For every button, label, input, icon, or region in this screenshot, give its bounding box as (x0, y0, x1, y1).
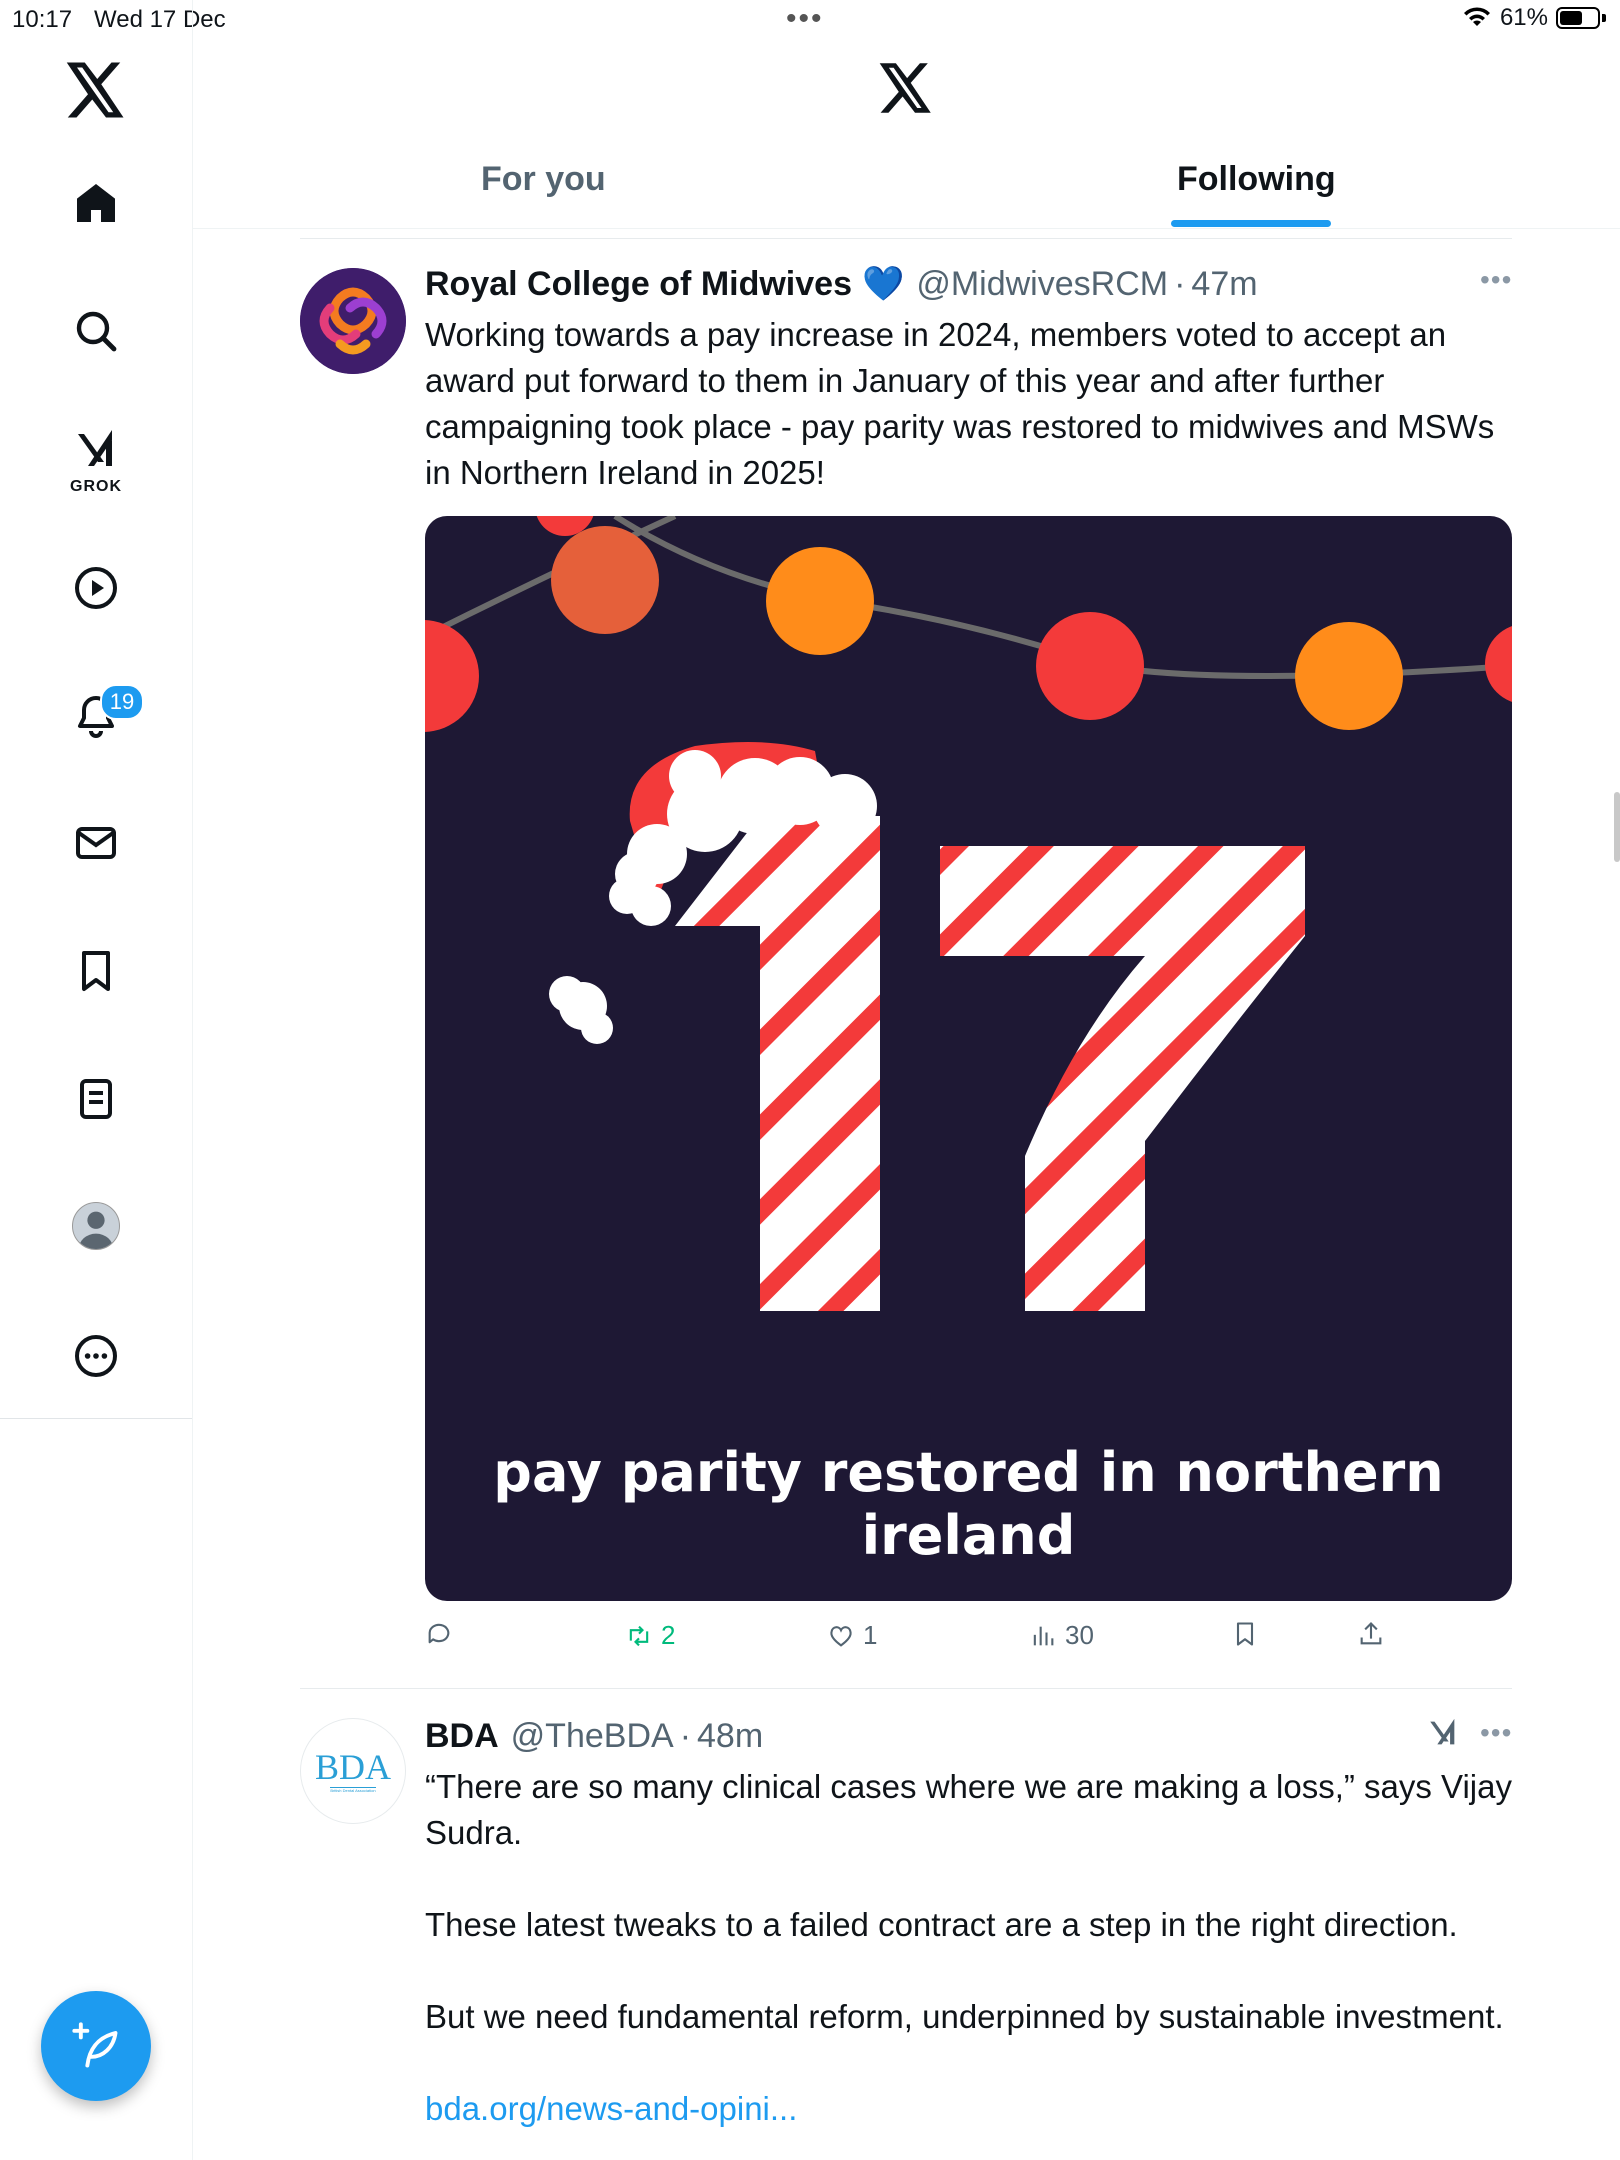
search-icon[interactable] (56, 291, 136, 371)
wifi-icon (1463, 7, 1490, 26)
views-icon (1033, 1626, 1054, 1645)
bda-logo-text: BDA (314, 1747, 391, 1787)
tweet-text: Working towards a pay increase in 2024, … (425, 316, 1495, 491)
advent-image (425, 516, 1512, 1311)
blue-heart-emoji: 💙 (861, 265, 905, 303)
grok-icon[interactable] (1426, 1716, 1460, 1750)
battery-icon (1556, 7, 1600, 29)
tweet-handle[interactable]: @TheBDA (511, 1717, 674, 1756)
tweet-paragraph: But we need fundamental reform, underpin… (425, 1998, 1504, 2035)
tweet-header: Royal College of Midwives 💙 @MidwivesRCM… (425, 264, 1258, 304)
tweet-header: BDA @TheBDA · 48m (425, 1717, 763, 1756)
views-count: 30 (1065, 1620, 1094, 1650)
mail-icon[interactable] (56, 803, 136, 883)
media-caption: pay parity restored in northern ireland (493, 1441, 1444, 1567)
sidebar: GROK 19 (0, 0, 193, 2160)
video-icon[interactable] (56, 548, 136, 628)
active-tab-indicator (1171, 220, 1331, 227)
tweet-divider (300, 1688, 1512, 1689)
tab-for-you[interactable]: For you (481, 160, 606, 199)
multitasking-dots-icon[interactable]: ••• (786, 2, 824, 36)
battery-tip (1602, 14, 1606, 22)
reply-icon (428, 1623, 450, 1644)
share-icon (1360, 1622, 1382, 1645)
separator-dot: · (1174, 264, 1186, 303)
sidebar-divider (0, 1418, 192, 1419)
tweet-author-name[interactable]: BDA (425, 1717, 499, 1756)
notification-badge: 19 (100, 684, 144, 720)
tweet-author-name[interactable]: Royal College of Midwives (425, 265, 852, 304)
views-button[interactable]: 30 (1029, 1620, 1094, 1651)
like-count: 1 (863, 1620, 878, 1650)
lists-icon[interactable] (56, 1059, 136, 1139)
status-right: 61% (1462, 4, 1606, 32)
retweet-button[interactable]: 2 (625, 1620, 675, 1651)
rcm-avatar[interactable] (300, 268, 406, 374)
tweet-divider (300, 238, 1512, 239)
retweet-count: 2 (661, 1620, 676, 1650)
tweet-paragraph: These latest tweaks to a failed contract… (425, 1906, 1458, 1943)
bookmark-icon (1236, 1622, 1254, 1646)
more-options-icon[interactable]: ••• (1480, 1717, 1512, 1749)
tab-following[interactable]: Following (1177, 160, 1336, 199)
bookmark-icon[interactable] (56, 931, 136, 1011)
share-button[interactable] (1357, 1620, 1385, 1648)
more-options-icon[interactable]: ••• (1480, 264, 1512, 296)
tweet-time[interactable]: 47m (1191, 265, 1257, 304)
compose-button[interactable] (41, 1991, 151, 2101)
tweet-paragraph: “There are so many clinical cases where … (425, 1768, 1512, 1851)
scrollbar[interactable] (1614, 792, 1620, 862)
timeline-header: For you Following (193, 40, 1620, 229)
compose-feather-icon (72, 2022, 118, 2068)
separator-dot: · (679, 1717, 692, 1755)
reply-button[interactable] (425, 1620, 453, 1648)
tweet-time[interactable]: 48m (697, 1717, 763, 1756)
tweet-link[interactable]: bda.org/news-and-opini... (425, 2086, 1515, 2132)
retweet-icon (629, 1625, 649, 1646)
battery-percent: 61% (1499, 4, 1548, 31)
bda-logo-subtext: British Dental Association (330, 1787, 376, 1793)
bookmark-button[interactable] (1231, 1620, 1259, 1648)
rcm-logo-icon (300, 268, 406, 374)
x-logo-icon[interactable] (879, 62, 933, 114)
status-bar: 10:17 Wed 17 Dec ••• 61% (0, 0, 1620, 40)
profile-avatar[interactable] (72, 1202, 120, 1250)
more-icon[interactable] (56, 1316, 136, 1396)
tweet-media-image[interactable]: pay parity restored in northern ireland (425, 516, 1512, 1601)
tweet-actions: 2 1 30 (425, 1620, 1512, 1660)
bda-avatar[interactable]: BDA British Dental Association (300, 1718, 406, 1824)
profile-icon (78, 1211, 114, 1249)
tweet-handle[interactable]: @MidwivesRCM (916, 265, 1168, 304)
battery-fill (1560, 11, 1582, 25)
heart-icon (830, 1625, 852, 1647)
grok-label: GROK (70, 478, 122, 495)
like-button[interactable]: 1 (827, 1620, 877, 1651)
x-logo-icon[interactable] (66, 62, 126, 118)
tweet-text: “There are so many clinical cases where … (425, 1764, 1515, 2132)
home-icon[interactable] (56, 163, 136, 243)
